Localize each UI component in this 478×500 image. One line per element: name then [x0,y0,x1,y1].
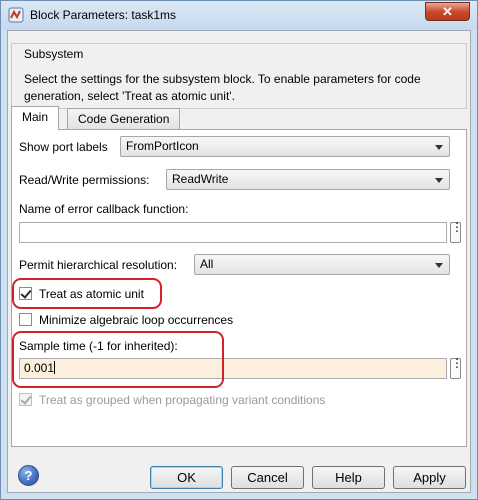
tab-main[interactable]: Main [11,106,60,130]
dialog-window: Block Parameters: task1ms ✕ Subsystem Se… [0,0,478,500]
ok-button[interactable]: OK [150,466,223,489]
simulink-icon [8,7,24,23]
error-callback-label: Name of error callback function: [19,202,189,216]
close-button[interactable]: ✕ [425,2,470,21]
atomic-unit-label: Treat as atomic unit [39,287,144,301]
chevron-down-icon [435,263,443,268]
main-tab-panel: Show port labels FromPortIcon Read/Write… [11,129,467,447]
chevron-down-icon [435,178,443,183]
tab-code-generation[interactable]: Code Generation [67,108,181,130]
error-callback-more-button[interactable]: ⋮ [450,221,463,243]
show-port-labels-select[interactable]: FromPortIcon [120,136,450,157]
sample-time-input[interactable]: 0.001 [19,358,447,379]
group-legend: Subsystem [22,47,86,61]
error-callback-input[interactable] [19,222,447,243]
minimize-loops-checkbox[interactable] [19,313,32,326]
read-write-label: Read/Write permissions: [19,173,150,187]
grouped-variant-checkbox [19,393,32,406]
minimize-loops-label: Minimize algebraic loop occurrences [39,313,234,327]
read-write-select[interactable]: ReadWrite [166,169,450,190]
sample-time-more-button[interactable]: ⋮ [450,357,463,379]
button-bar: ? OK Cancel Help Apply [8,453,470,493]
help-icon[interactable]: ? [18,465,39,486]
show-port-labels-value: FromPortIcon [126,139,199,153]
sample-time-label: Sample time (-1 for inherited): [19,339,178,353]
chevron-down-icon [435,145,443,150]
hierarchical-select[interactable]: All [194,254,450,275]
subsystem-group: Subsystem Select the settings for the su… [11,43,467,109]
group-description: Select the settings for the subsystem bl… [24,72,421,103]
grouped-variant-label: Treat as grouped when propagating varian… [39,393,326,407]
sample-time-value: 0.001 [24,361,55,375]
window-title: Block Parameters: task1ms [30,8,177,22]
cancel-button[interactable]: Cancel [231,466,304,489]
title-bar[interactable]: Block Parameters: task1ms ✕ [1,1,477,30]
help-button[interactable]: Help [312,466,385,489]
text-caret [54,361,56,374]
hierarchical-value: All [200,257,214,271]
atomic-unit-checkbox[interactable] [19,287,32,300]
dialog-body: Subsystem Select the settings for the su… [7,30,471,493]
apply-button[interactable]: Apply [393,466,466,489]
show-port-labels-label: Show port labels [19,140,108,154]
hierarchical-label: Permit hierarchical resolution: [19,258,178,272]
read-write-value: ReadWrite [172,172,229,186]
